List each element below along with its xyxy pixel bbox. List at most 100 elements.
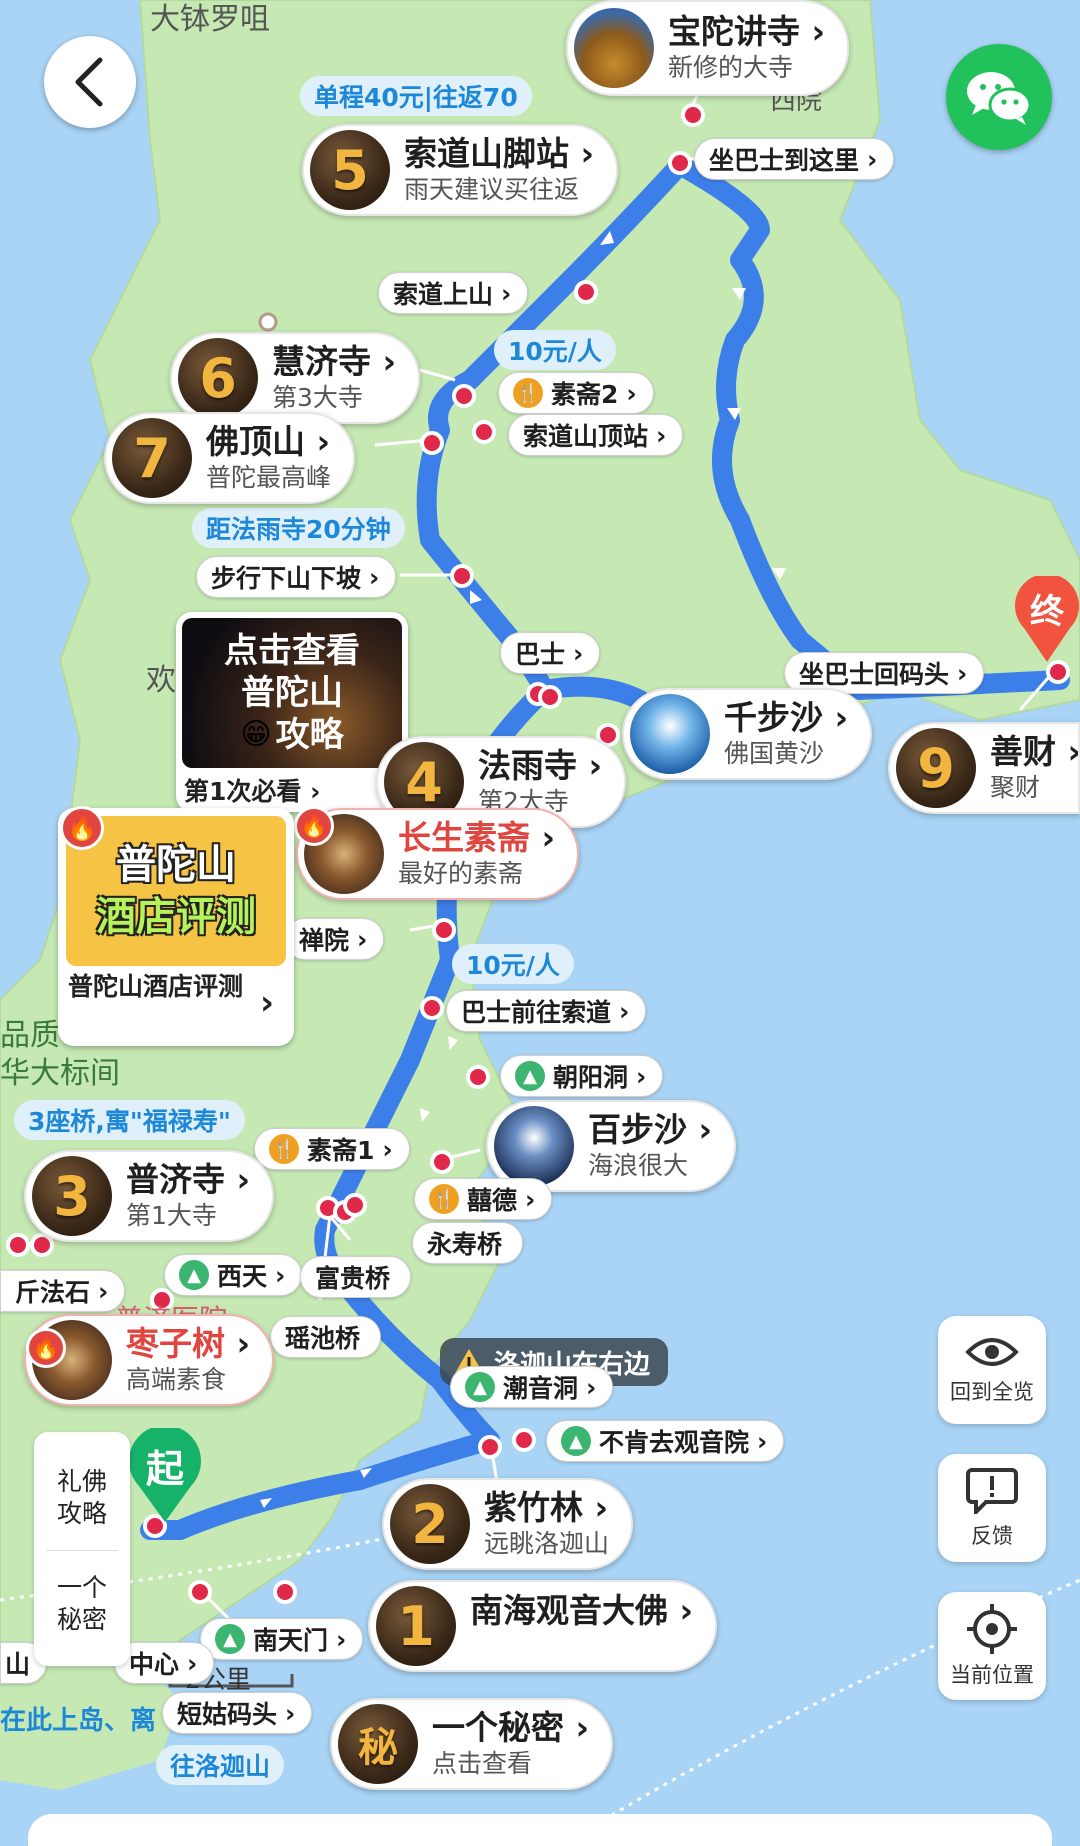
stop-card-6[interactable]: 6 慧济寺 第3大寺 [170, 332, 421, 424]
qianbusha-photo [630, 694, 710, 774]
baotuo-photo [574, 8, 654, 88]
end-marker[interactable]: 终 [1014, 573, 1080, 664]
hotel-promo-caption: 普陀山酒店评测 [68, 972, 244, 1001]
pill-label: 富贵桥 [315, 1264, 391, 1293]
stop-number-badge: 6 [178, 338, 258, 418]
menu-divider [46, 1550, 118, 1551]
stop-title: 慧济寺 [272, 342, 396, 382]
pill-bus[interactable]: 巴士 › [500, 632, 601, 674]
place-label-huan: 欢 [146, 663, 176, 698]
feedback-button[interactable]: 反馈 [938, 1454, 1046, 1562]
stop-number-badge: 9 [896, 728, 976, 808]
fork-knife-icon: 🍴 [429, 1184, 459, 1214]
poi-subtitle: 高端素食 [126, 1365, 227, 1394]
chevron-right-icon: › [382, 1134, 393, 1164]
overview-label: 回到全览 [950, 1380, 1034, 1404]
scenic-icon: ▲ [179, 1260, 209, 1290]
menu-item-prayer-guide[interactable]: 礼佛 攻略 [34, 1466, 130, 1530]
stop-subtitle: 远眺洛迦山 [484, 1529, 610, 1558]
stop-number-badge: 7 [112, 418, 192, 498]
pill-chanyuan[interactable]: 禅院 › [284, 918, 385, 960]
pill-label: 短姑码头 [177, 1700, 278, 1729]
start-marker-label: 起 [145, 1447, 184, 1491]
scenic-icon: ▲ [561, 1426, 591, 1456]
poi-card-changsheng[interactable]: 长生素斋 最好的素斋 [296, 808, 580, 900]
end-marker-label: 终 [1030, 592, 1064, 632]
pill-chaoyin[interactable]: ▲ 潮音洞 › [450, 1366, 614, 1408]
pill-xide[interactable]: 🍴 囍德 › [414, 1178, 553, 1220]
chevron-right-icon: › [187, 1648, 198, 1678]
chevron-right-icon: › [656, 420, 667, 450]
bridges-tag: 3座桥,寓"福禄寿" [14, 1100, 245, 1140]
pill-label: 索道上山 [393, 280, 494, 309]
poi-subtitle: 最好的素斋 [398, 859, 524, 888]
pill-label: 山 [5, 1650, 31, 1679]
chevron-right-icon: › [573, 638, 584, 668]
poi-subtitle: 海浪很大 [588, 1151, 689, 1180]
stop-title: 南海观音大佛 [470, 1591, 693, 1631]
pill-label: 潮音洞 [503, 1374, 579, 1403]
chevron-right-icon: › [501, 278, 512, 308]
poi-subtitle: 新修的大寺 [668, 53, 794, 82]
chevron-right-icon: › [619, 996, 630, 1026]
pill-label: 囍德 [467, 1186, 518, 1215]
pill-bus-to-cable[interactable]: 巴士前往索道 › [446, 990, 647, 1032]
pill-suzhai-2[interactable]: 🍴 素斋2 › [498, 372, 654, 414]
fare-cable-tag: 单程40元|往返70 [300, 76, 532, 116]
stop-card-1[interactable]: 1 南海观音大佛 [368, 1580, 718, 1672]
poi-card-qianbusha[interactable]: 千步沙 佛国黄沙 [622, 688, 873, 780]
chevron-right-icon: › [260, 983, 275, 1023]
pill-bus-here[interactable]: 坐巴士到这里 › [694, 138, 895, 180]
menu-item-line: 攻略 [56, 1499, 107, 1528]
chevron-right-icon: › [757, 1426, 768, 1456]
pill-xitian[interactable]: ▲ 西天 › [164, 1254, 303, 1296]
pill-label: 南天门 [253, 1626, 329, 1655]
pill-shi[interactable]: 斤法石 › [0, 1270, 126, 1312]
chevron-right-icon: › [636, 1061, 647, 1091]
stop-card-7[interactable]: 7 佛顶山 普陀最高峰 [104, 412, 356, 504]
overview-button[interactable]: 回到全览 [938, 1316, 1046, 1424]
smile-emoji-icon: 😁 [240, 717, 272, 752]
bottom-sheet[interactable] [28, 1814, 1052, 1846]
guide-promo-card[interactable]: 点击查看 普陀山 😁 攻略 第1次必看 › [176, 612, 408, 812]
baibusha-photo [494, 1106, 574, 1186]
poi-subtitle: 佛国黄沙 [724, 739, 825, 768]
menu-item-secret[interactable]: 一个 秘密 [34, 1572, 130, 1636]
pill-cable-top[interactable]: 索道山顶站 › [508, 414, 684, 456]
hot-flame-icon: 🔥 [294, 806, 334, 846]
pill-label: 步行下山下坡 [211, 564, 362, 593]
pill-label: 西天 [217, 1262, 268, 1291]
stop-card-3[interactable]: 3 普济寺 第1大寺 [24, 1150, 275, 1242]
hot-flame-icon: 🔥 [26, 1328, 66, 1368]
pill-nantianmen[interactable]: ▲ 南天门 › [200, 1618, 364, 1660]
stop-card-9[interactable]: 9 善财 聚财 [888, 722, 1080, 814]
share-wechat-button[interactable] [946, 44, 1052, 150]
poi-card-baotuo[interactable]: 宝陀讲寺 新修的大寺 [566, 0, 850, 96]
fare-tag-1: 10元/人 [494, 330, 616, 370]
chevron-right-icon: › [586, 1372, 597, 1402]
stop-subtitle: 普陀最高峰 [206, 463, 332, 492]
pill-bukenqu[interactable]: ▲ 不肯去观音院 › [546, 1420, 785, 1462]
stop-number-badge: 5 [310, 130, 390, 210]
pill-chaoyang[interactable]: ▲ 朝阳洞 › [500, 1055, 664, 1097]
guide-promo-line1: 点击查看 [224, 631, 360, 671]
back-button[interactable] [44, 36, 136, 128]
stop-card-5[interactable]: 5 索道山脚站 雨天建议买往返 [302, 124, 619, 216]
stop-title: 佛顶山 [206, 422, 331, 462]
feedback-label: 反馈 [971, 1524, 1013, 1548]
pill-duangu-pier[interactable]: 短姑码头 › [162, 1692, 313, 1734]
chevron-right-icon: › [336, 1624, 347, 1654]
current-location-button[interactable]: 当前位置 [938, 1592, 1046, 1700]
pill-fugui-bridge: 富贵桥 [300, 1256, 412, 1298]
pill-cable-up[interactable]: 索道上山 › [378, 272, 529, 314]
pill-suzhai-1[interactable]: 🍴 素斋1 › [254, 1128, 410, 1170]
stop-title: 善财 [990, 732, 1078, 772]
chevron-right-icon: › [98, 1276, 109, 1306]
stop-card-2[interactable]: 2 紫竹林 远眺洛迦山 [382, 1478, 634, 1570]
start-marker[interactable]: 起 [128, 1425, 202, 1524]
poi-title: 宝陀讲寺 [668, 12, 825, 52]
pill-walk-down[interactable]: 步行下山下坡 › [196, 556, 397, 598]
pill-label: 索道山顶站 [523, 422, 649, 451]
stop-subtitle: 第3大寺 [272, 383, 363, 412]
secret-card[interactable]: 秘 一个秘密 点击查看 [330, 1698, 614, 1790]
